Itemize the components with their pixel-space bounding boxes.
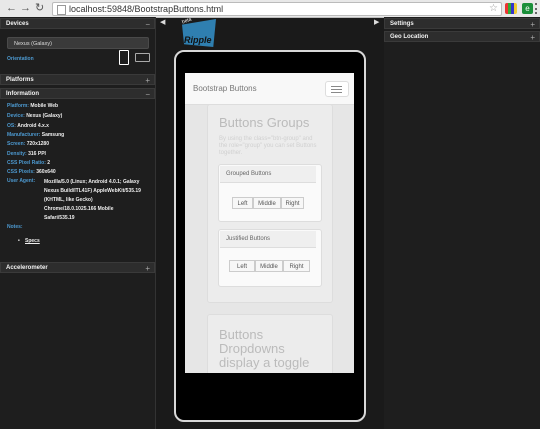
right-button[interactable]: Right [281,197,304,209]
right-button[interactable]: Right [283,260,310,272]
info-row-device: Device: Nexus (Galaxy) [7,113,63,119]
devices-panel-header[interactable]: Devices − [0,18,155,29]
middle-button[interactable]: Middle [253,197,281,209]
bullet: • [18,238,20,244]
collapse-icon[interactable]: − [145,89,150,100]
ripple-extension-icon[interactable] [505,3,517,14]
expand-icon[interactable]: + [530,19,535,30]
panel-title: Accelerometer [6,265,48,271]
specs-link[interactable]: Specs [25,238,40,244]
panel-title: Platforms [6,77,34,83]
hamburger-icon [331,92,342,93]
middle-button[interactable]: Middle [255,260,283,272]
navbar-toggle-button[interactable] [325,81,349,97]
forward-icon[interactable]: → [20,2,31,14]
navbar: Bootstrap Buttons [185,73,354,105]
url-text: localhost:59848/BootstrapButtons.html [69,4,224,14]
reload-icon[interactable]: ↻ [35,1,44,14]
user-agent-value: Mozilla/5.0 (Linux; Android 4.0.1; Galax… [44,179,141,221]
collapse-icon[interactable]: − [145,19,150,30]
section-heading: Buttons Groups [219,115,310,130]
justified-buttons-panel: Justified Buttons Left Middle Right [218,229,322,287]
device-screen[interactable]: Bootstrap Buttons Buttons Groups By usin… [185,73,354,373]
hamburger-icon [331,86,342,87]
info-row-platform: Platform: Mobile Web [7,103,59,109]
page-icon [57,5,66,15]
menu-icon[interactable] [535,3,539,14]
platforms-panel-header[interactable]: Platforms + [0,74,155,85]
panel-title: Justified Buttons [220,231,316,248]
info-row-os: OS: Android 4.x.x [7,123,49,129]
collapse-left-pane-icon[interactable]: ◀ [160,18,165,26]
landscape-icon[interactable] [135,53,150,62]
device-select[interactable]: Nexus (Galaxy) [7,37,149,49]
grouped-buttons-panel: Grouped Buttons Left Middle Right [218,164,322,222]
extension-icon[interactable]: e [522,3,533,14]
address-bar[interactable]: localhost:59848/BootstrapButtons.html ☆ [52,2,502,16]
info-row-pixel-ratio: CSS Pixel Ratio: 2 [7,160,51,166]
left-sidebar: Devices − Nexus (Galaxy) Orientation Plat… [0,17,156,429]
section-buttons-groups: Buttons Groups By using the class="btn-g… [207,104,333,303]
expand-icon[interactable]: + [530,32,535,43]
orientation-label: Orientation [7,56,34,62]
panel-title: Information [6,91,39,97]
geo-location-panel-header[interactable]: Geo Location + [384,31,540,42]
collapse-right-pane-icon[interactable]: ▶ [374,18,379,26]
info-row-manufacturer: Manufacturer: Samsung [7,132,65,138]
right-sidebar: Settings + Geo Location + [384,17,540,429]
logo-name-text: Ripple [184,35,212,45]
accelerometer-panel-header[interactable]: Accelerometer + [0,262,155,273]
navbar-brand[interactable]: Bootstrap Buttons [193,84,257,93]
info-row-density: Density: 316 PPI [7,151,46,157]
notes-label: Notes: [7,224,23,230]
info-row-screen: Screen: 720x1280 [7,141,49,147]
panel-title: Grouped Buttons [220,166,316,183]
expand-icon[interactable]: + [145,75,150,86]
user-agent-label: User Agent: [7,178,36,184]
portrait-icon[interactable] [119,50,129,65]
settings-panel-header[interactable]: Settings + [384,18,540,29]
info-row-css-pixels: CSS Pixels: 360x640 [7,169,56,175]
section-description: By using the class="btn-group" and the r… [219,136,317,156]
expand-icon[interactable]: + [145,263,150,274]
information-panel-header[interactable]: Information − [0,88,155,99]
left-button[interactable]: Left [229,260,255,272]
browser-toolbar: ← → ↻ localhost:59848/BootstrapButtons.h… [0,0,540,18]
bookmark-star-icon[interactable]: ☆ [489,3,498,14]
panel-title: Devices [6,21,29,27]
section-buttons-dropdowns: Buttons Dropdowns display a toggle [207,314,333,373]
back-icon[interactable]: ← [6,2,17,14]
hamburger-icon [331,89,342,90]
panel-title: Geo Location [390,34,429,40]
left-button[interactable]: Left [232,197,253,209]
panel-title: Settings [390,21,414,27]
section-heading: Buttons Dropdowns display a toggle [219,327,310,370]
